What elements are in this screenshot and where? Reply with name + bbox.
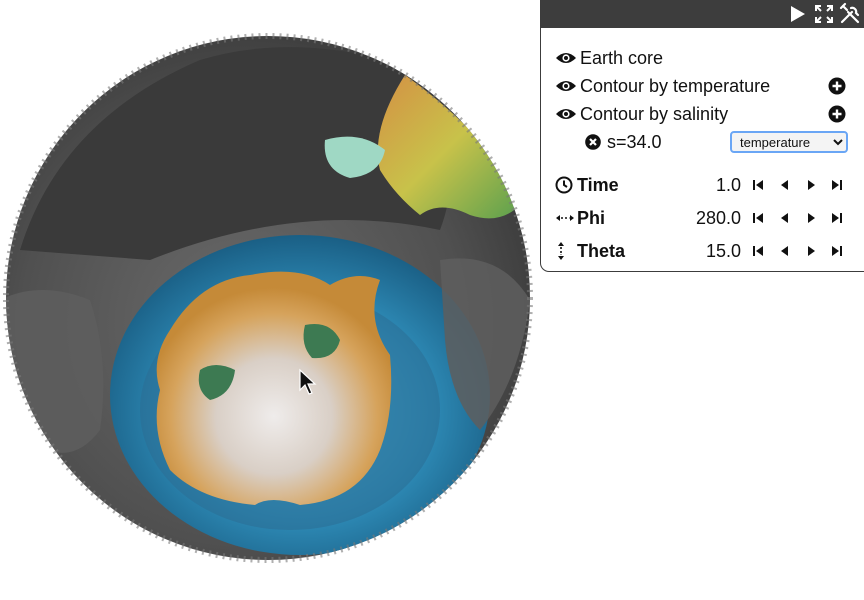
rock-mass <box>6 290 104 453</box>
last-step-icon[interactable] <box>829 243 845 259</box>
param-row-phi: Phi 280.0 <box>555 205 856 231</box>
param-value: 280.0 <box>695 207 741 228</box>
first-step-icon[interactable] <box>750 210 766 226</box>
param-label: Time <box>577 174 619 195</box>
layer-row-salinity[interactable]: Contour by salinity <box>555 101 856 127</box>
step-back-icon[interactable] <box>777 243 793 259</box>
layer-row-temperature[interactable]: Contour by temperature <box>555 73 856 99</box>
panel-toolbar <box>541 0 864 28</box>
layer-label: Contour by temperature <box>580 75 771 96</box>
param-label: Theta <box>577 240 626 261</box>
vertical-arrows-icon <box>558 242 564 260</box>
play-icon[interactable] <box>785 2 809 26</box>
param-value: 1.0 <box>715 174 741 195</box>
param-value: 15.0 <box>705 240 741 261</box>
last-step-icon[interactable] <box>829 210 845 226</box>
step-back-icon[interactable] <box>777 177 793 193</box>
last-step-icon[interactable] <box>829 177 845 193</box>
layer-label: Earth core <box>580 47 664 68</box>
clock-icon <box>555 176 573 194</box>
eye-icon[interactable] <box>555 50 577 66</box>
contour-value-label: s=34.0 <box>607 131 662 152</box>
close-circle-icon[interactable] <box>585 134 601 150</box>
tools-icon[interactable] <box>838 2 862 26</box>
step-forward-icon[interactable] <box>803 243 819 259</box>
param-label: Phi <box>577 207 606 228</box>
layer-label: Contour by salinity <box>580 103 729 124</box>
step-forward-icon[interactable] <box>803 177 819 193</box>
control-panel: Earth core Contour by temperature Contou… <box>540 0 864 272</box>
contour-item-row: s=34.0 temperature <box>555 129 856 155</box>
eye-icon[interactable] <box>555 106 577 122</box>
add-contour-icon[interactable] <box>828 105 846 123</box>
param-row-time: Time 1.0 <box>555 172 856 198</box>
fullscreen-icon[interactable] <box>812 2 836 26</box>
horizontal-arrows-icon <box>556 215 574 221</box>
step-forward-icon[interactable] <box>803 210 819 226</box>
first-step-icon[interactable] <box>750 177 766 193</box>
add-contour-icon[interactable] <box>828 77 846 95</box>
param-row-theta: Theta 15.0 <box>555 238 856 264</box>
antarctica <box>156 271 392 505</box>
layer-row-earth-core[interactable]: Earth core <box>555 45 856 71</box>
step-back-icon[interactable] <box>777 210 793 226</box>
contour-color-select[interactable]: temperature <box>730 131 848 153</box>
eye-icon[interactable] <box>555 78 577 94</box>
first-step-icon[interactable] <box>750 243 766 259</box>
